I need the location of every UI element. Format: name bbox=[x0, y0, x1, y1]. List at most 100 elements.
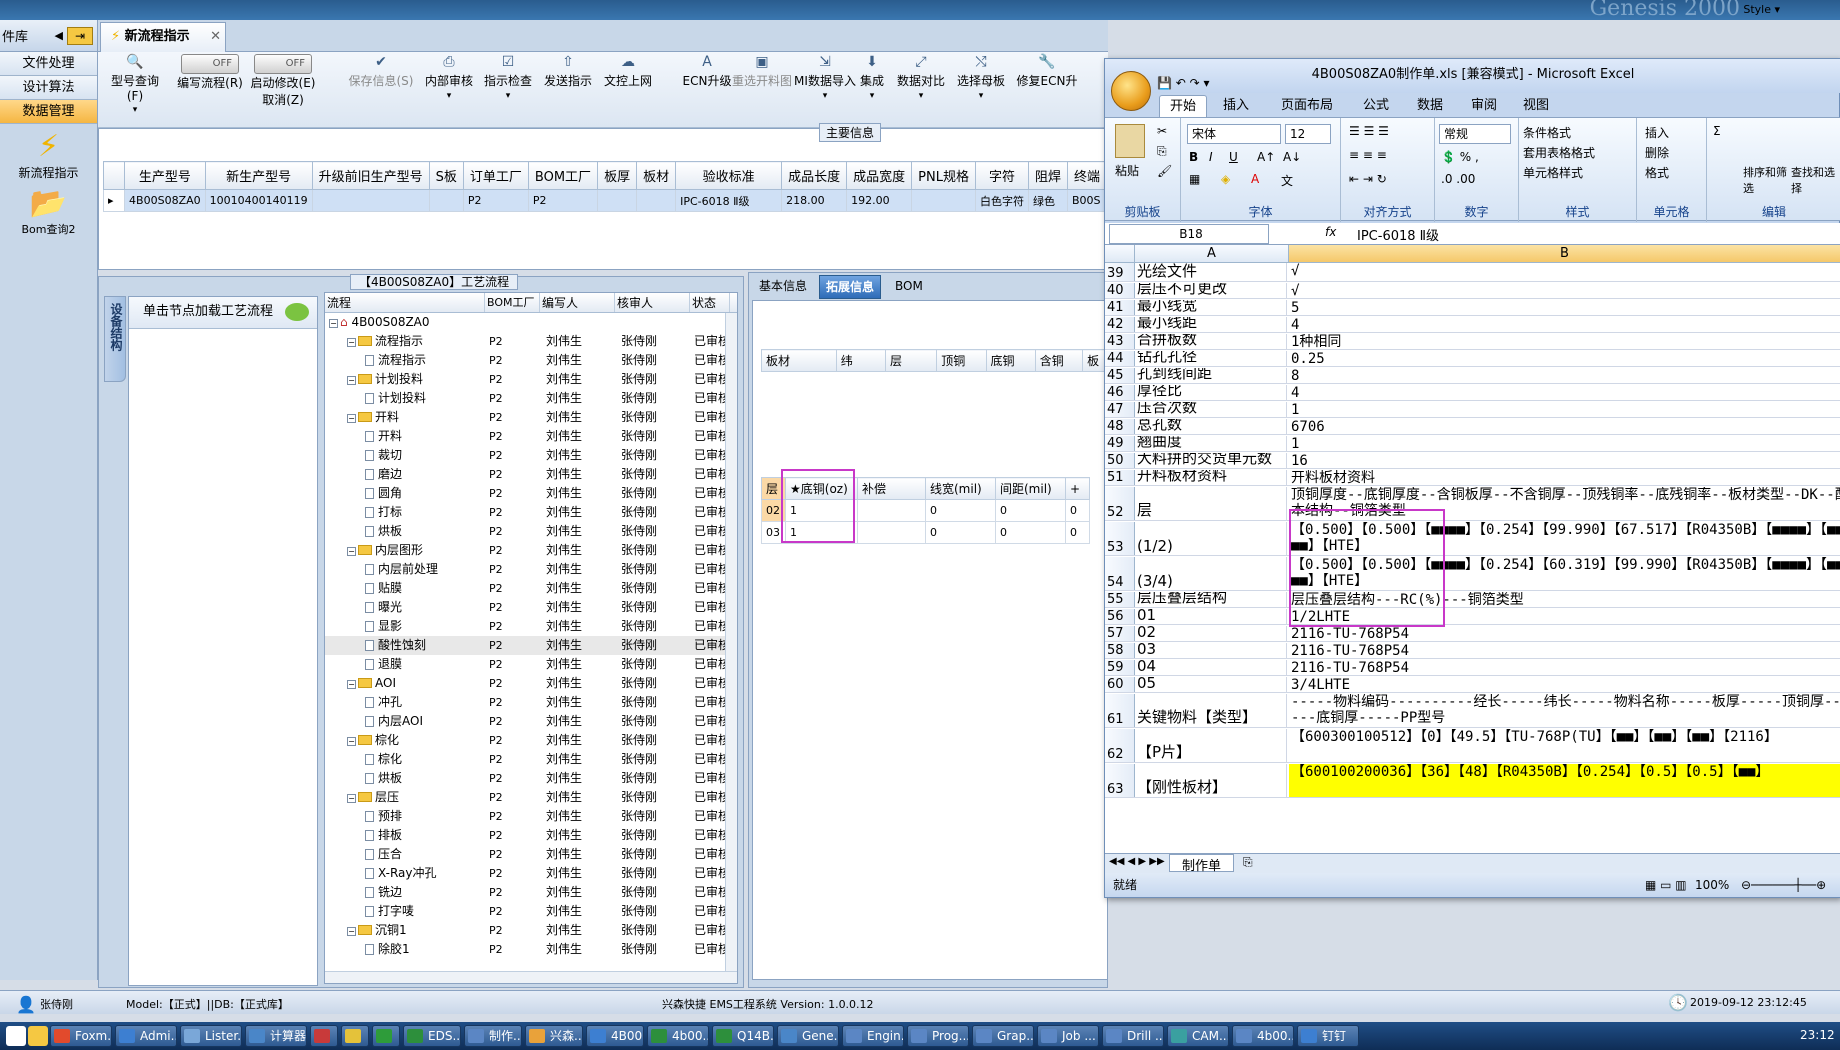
col-header[interactable]: BOM工厂 bbox=[485, 293, 540, 312]
taskbar-item[interactable]: Drill ... bbox=[1102, 1025, 1164, 1047]
cell-b[interactable]: 2116-TU-768P54 bbox=[1289, 643, 1840, 658]
tree-node[interactable]: X-Ray冲孔 bbox=[325, 864, 485, 883]
cell-b[interactable]: 1 bbox=[1289, 402, 1840, 417]
cell-b[interactable]: 0.25 bbox=[1289, 351, 1840, 366]
cell[interactable] bbox=[597, 189, 638, 212]
cell[interactable]: P2 bbox=[462, 189, 529, 212]
col-header-b[interactable]: B bbox=[1289, 245, 1840, 263]
function-icon[interactable]: fx bbox=[1325, 225, 1336, 239]
currency-icon[interactable]: 💲 % , bbox=[1441, 150, 1479, 164]
horizontal-scrollbar[interactable] bbox=[325, 971, 737, 983]
tree-row[interactable]: − 内层图形 P2 刘伟生 张侍刚 已审核 bbox=[325, 541, 737, 560]
tree-row[interactable]: 显影 P2 刘伟生 张侍刚 已审核 bbox=[325, 617, 737, 636]
tree-row[interactable]: 冲孔 P2 刘伟生 张侍刚 已审核 bbox=[325, 693, 737, 712]
col-header[interactable]: PNL规格 bbox=[911, 161, 976, 190]
col-header-a[interactable]: A bbox=[1135, 245, 1289, 263]
cell-a[interactable]: 层 bbox=[1135, 487, 1287, 520]
app-new-flow[interactable]: ⚡ 新流程指示 bbox=[0, 130, 97, 181]
expand-icon[interactable]: − bbox=[347, 737, 356, 746]
row-number[interactable]: 39 bbox=[1105, 263, 1135, 281]
tree-node[interactable]: 烘板 bbox=[325, 522, 485, 541]
cell-a[interactable]: 光绘文件 bbox=[1135, 263, 1287, 281]
expand-icon[interactable]: − bbox=[347, 794, 356, 803]
cell-a[interactable]: 05 bbox=[1135, 677, 1287, 692]
col-header[interactable]: + bbox=[1065, 477, 1090, 500]
name-box[interactable]: B18 bbox=[1109, 224, 1269, 244]
col-header[interactable]: 字符 bbox=[974, 161, 1029, 190]
tree-row[interactable]: 退膜 P2 刘伟生 张侍刚 已审核 bbox=[325, 655, 737, 674]
row-number[interactable]: 50 bbox=[1105, 453, 1135, 468]
cell-a[interactable]: 大料拼的交货单元数 bbox=[1135, 453, 1287, 468]
cell-b[interactable]: 【600300100512】【0】【49.5】【TU-768P(TU】【■■】【… bbox=[1289, 729, 1840, 762]
tree-node[interactable]: 计划投料 bbox=[325, 389, 485, 408]
vertical-scrollbar[interactable] bbox=[725, 313, 737, 973]
expand-icon[interactable]: − bbox=[347, 338, 356, 347]
paste-label[interactable]: 粘贴 bbox=[1115, 162, 1139, 179]
taskbar-item[interactable]: CAM... bbox=[1167, 1025, 1229, 1047]
cell-b[interactable]: 8 bbox=[1289, 368, 1840, 383]
internal-review-button[interactable]: ⎙ 内部审核 ▾ bbox=[424, 54, 474, 101]
ecn-upgrade-button[interactable]: A ECN升级 bbox=[682, 54, 732, 89]
col-header[interactable]: 成品宽度 bbox=[846, 161, 913, 190]
tree-row[interactable]: − 流程指示 P2 刘伟生 张侍刚 已审核 bbox=[325, 332, 737, 351]
cell-a[interactable]: 厚径比 bbox=[1135, 385, 1287, 400]
cell-a[interactable]: 钻孔孔径 bbox=[1135, 351, 1287, 366]
row-number[interactable]: 57 bbox=[1105, 626, 1135, 641]
cell[interactable]: 绿色 bbox=[1027, 189, 1068, 212]
tree-node[interactable]: 铣边 bbox=[325, 883, 485, 902]
write-flow-toggle[interactable]: OFF 编写流程(R) bbox=[176, 54, 244, 91]
taskbar-item[interactable]: Prog... bbox=[907, 1025, 969, 1047]
tree-node[interactable]: − AOI bbox=[325, 674, 485, 693]
taskbar-item[interactable]: Engin... bbox=[842, 1025, 904, 1047]
tree-node[interactable]: 冲孔 bbox=[325, 693, 485, 712]
publish-button[interactable]: ☁ 文控上网 bbox=[602, 54, 654, 89]
tree-row[interactable]: 预排 P2 刘伟生 张侍刚 已审核 bbox=[325, 807, 737, 826]
cell-b[interactable]: 2116-TU-768P54 bbox=[1289, 660, 1840, 675]
col-header[interactable]: 板材 bbox=[761, 349, 837, 372]
repair-ecn-button[interactable]: 🔧 修复ECN升 bbox=[1016, 54, 1078, 89]
col-header[interactable]: 间距(mil) bbox=[995, 477, 1066, 500]
col-header[interactable]: 板厚 bbox=[597, 161, 638, 190]
tab-home[interactable]: 开始 bbox=[1159, 95, 1208, 117]
cell[interactable]: 0 bbox=[1065, 521, 1090, 544]
bold-icon[interactable]: B bbox=[1189, 150, 1198, 164]
row-number[interactable]: 51 bbox=[1105, 470, 1135, 485]
row-number[interactable]: 55 bbox=[1105, 592, 1135, 607]
decimal-icon[interactable]: .0 .00 bbox=[1441, 172, 1475, 186]
col-header[interactable]: 新生产型号 bbox=[204, 161, 313, 190]
tab-view[interactable]: 视图 bbox=[1513, 95, 1559, 117]
cell-b[interactable]: 5 bbox=[1289, 300, 1840, 315]
cell-b[interactable]: -----物料编码----------经长-----纬长-----物料名称---… bbox=[1289, 694, 1840, 727]
col-header[interactable]: 线宽(mil) bbox=[925, 477, 996, 500]
tree-node[interactable]: 裁切 bbox=[325, 446, 485, 465]
model-search-button[interactable]: 🔍 型号查询(F) ▾ bbox=[104, 54, 166, 115]
row-number[interactable]: 46 bbox=[1105, 385, 1135, 400]
col-header[interactable]: 底铜 bbox=[985, 349, 1036, 372]
desktop-icon[interactable] bbox=[6, 1026, 26, 1046]
col-header[interactable]: 板 bbox=[1082, 349, 1107, 372]
tree-row[interactable]: 贴膜 P2 刘伟生 张侍刚 已审核 bbox=[325, 579, 737, 598]
data-compare-button[interactable]: ⤢ 数据对比 ▾ bbox=[894, 54, 948, 101]
row-number[interactable]: 63 bbox=[1105, 764, 1135, 797]
delete-cells-button[interactable]: 删除 bbox=[1645, 144, 1669, 161]
cell[interactable] bbox=[911, 189, 976, 212]
taskbar-item[interactable]: 兴森... bbox=[525, 1025, 583, 1047]
copy-icon[interactable]: ⎘ bbox=[1157, 144, 1167, 159]
tree-node[interactable]: 开料 bbox=[325, 427, 485, 446]
expand-icon[interactable]: − bbox=[347, 680, 356, 689]
fill-color-icon[interactable]: ◈ bbox=[1221, 172, 1230, 186]
col-header[interactable]: 流程 bbox=[325, 293, 485, 312]
cell-b[interactable]: 6706 bbox=[1289, 419, 1840, 434]
reselect-cut-image-button[interactable]: ▣ 重选开料图 bbox=[730, 54, 794, 89]
tree-node[interactable]: 压合 bbox=[325, 845, 485, 864]
cell[interactable] bbox=[636, 189, 677, 212]
tree-node[interactable]: 棕化 bbox=[325, 750, 485, 769]
grow-font-icon[interactable]: A↑ bbox=[1257, 150, 1275, 164]
tree-node[interactable]: 预排 bbox=[325, 807, 485, 826]
pin-icon[interactable]: ⇥ bbox=[67, 26, 93, 45]
tree-node[interactable]: 打标 bbox=[325, 503, 485, 522]
tree-node[interactable]: − 层压 bbox=[325, 788, 485, 807]
tree-node[interactable]: 圆角 bbox=[325, 484, 485, 503]
row-number[interactable]: 62 bbox=[1105, 729, 1135, 762]
cell-b[interactable]: 16 bbox=[1289, 453, 1840, 468]
